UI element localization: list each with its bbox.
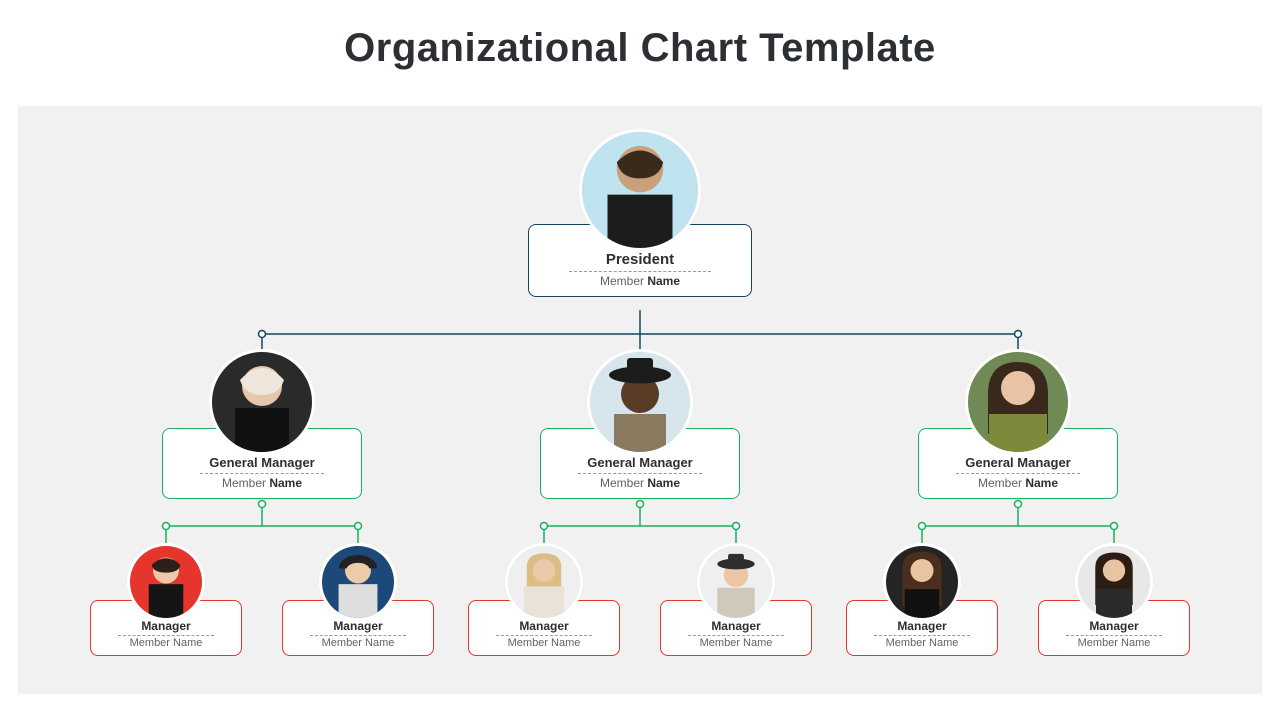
divider [578,473,703,474]
divider [688,635,785,636]
avatar [886,546,958,618]
divider [874,635,971,636]
org-node-mgr-3b: Manager Member Name [1038,546,1190,656]
org-node-mgr-2b: Manager Member Name [660,546,812,656]
role-label: Manager [97,619,235,633]
avatar [130,546,202,618]
divider [956,473,1081,474]
member-name: Member Name [173,476,351,490]
divider [569,271,710,272]
org-node-mgr-3a: Manager Member Name [846,546,998,656]
org-node-gm-1: General Manager Member Name [162,352,362,499]
member-name: Member Name [1045,637,1183,649]
avatar [212,352,312,452]
divider [118,635,215,636]
role-label: General Manager [551,455,729,470]
member-name: Member Name [539,274,741,288]
member-name: Member Name [853,637,991,649]
divider [200,473,325,474]
avatar [1078,546,1150,618]
member-name: Member Name [929,476,1107,490]
divider [1066,635,1163,636]
org-node-mgr-1a: Manager Member Name [90,546,242,656]
divider [496,635,593,636]
member-name: Member Name [97,637,235,649]
role-label: Manager [853,619,991,633]
member-name: Member Name [551,476,729,490]
avatar [582,132,698,248]
org-node-gm-3: General Manager Member Name [918,352,1118,499]
org-node-mgr-2a: Manager Member Name [468,546,620,656]
avatar [590,352,690,452]
avatar [968,352,1068,452]
member-name: Member Name [667,637,805,649]
member-name: Member Name [475,637,613,649]
role-label: President [539,251,741,268]
org-node-mgr-1b: Manager Member Name [282,546,434,656]
role-label: Manager [289,619,427,633]
role-label: Manager [475,619,613,633]
org-node-gm-2: General Manager Member Name [540,352,740,499]
page-title: Organizational Chart Template [0,0,1280,89]
role-label: General Manager [173,455,351,470]
role-label: Manager [667,619,805,633]
org-node-president: President Member Name [528,132,752,297]
avatar [700,546,772,618]
role-label: Manager [1045,619,1183,633]
avatar [322,546,394,618]
avatar [508,546,580,618]
role-label: General Manager [929,455,1107,470]
org-chart-canvas: President Member Name General Manager Me… [18,106,1262,694]
member-name: Member Name [289,637,427,649]
divider [310,635,407,636]
